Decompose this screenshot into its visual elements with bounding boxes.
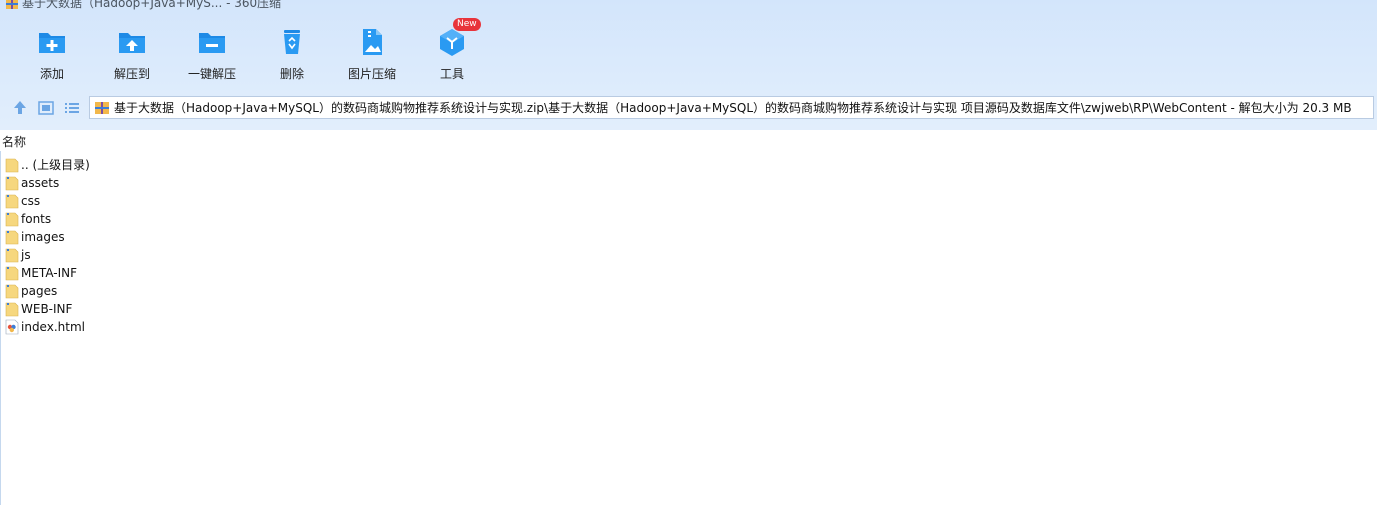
column-header-label: 名称 [2,135,27,149]
list-item-name: fonts [21,212,52,226]
folder-icon [5,230,19,245]
folder-icon [5,284,19,299]
list-item-name: pages [21,284,58,298]
extract-to-icon [119,33,145,53]
folder-icon [5,212,19,227]
list-left-border [0,151,1,505]
list-item-name: js [21,248,31,262]
address-bar[interactable]: 基于大数据（Hadoop+Java+MySQL）的数码商城购物推荐系统设计与实现… [89,96,1374,119]
add-folder-icon [39,33,65,53]
extract-to-label: 解压到 [113,67,150,81]
list-item-name: META-INF [21,266,78,280]
delete-button[interactable]: 删除 [252,24,332,84]
one-click-extract-label: 一键解压 [187,67,236,81]
add-button[interactable]: 添加 [12,24,92,84]
recycle-delete-icon [284,30,300,54]
folder-icon [5,266,19,281]
column-header-name[interactable]: 名称 [0,133,1377,151]
address-path: 基于大数据（Hadoop+Java+MySQL）的数码商城购物推荐系统设计与实现… [114,101,1352,115]
folder-icon [5,176,19,191]
image-compress-button[interactable]: 图片压缩 [332,24,412,84]
app-zip-icon [6,0,18,9]
list-view-icon[interactable] [62,98,82,118]
image-compress-label: 图片压缩 [347,67,396,81]
tools-label: 工具 [439,67,464,81]
folder-icon [5,194,19,209]
zip-archive-icon [95,102,109,114]
folder-icon [5,158,19,173]
one-click-extract-icon [199,33,225,53]
list-item-name: assets [21,176,60,190]
list-item-name: index.html [21,320,85,334]
folder-icon [5,248,19,263]
list-item-name: .. (上级目录) [21,158,90,172]
list-item-name: images [21,230,65,244]
up-arrow-icon[interactable] [10,98,30,118]
image-compress-icon [363,29,382,55]
top-area: 基于大数据（Hadoop+Java+MyS... - 360压缩 添加 解压到 [0,0,1377,130]
html-file-icon [5,319,19,335]
window-title-text: 基于大数据（Hadoop+Java+MyS... - 360压缩 [22,0,282,10]
window-title: 基于大数据（Hadoop+Java+MyS... - 360压缩 [6,0,281,12]
tools-button[interactable]: 工具 [412,24,492,84]
thumbnail-view-icon[interactable] [36,98,56,118]
folder-icon [5,302,19,317]
one-click-extract-button[interactable]: 一键解压 [172,24,252,84]
list-item-name: css [21,194,41,208]
new-badge: New [453,18,481,31]
extract-to-button[interactable]: 解压到 [92,24,172,84]
delete-label: 删除 [279,67,304,81]
list-item-name: WEB-INF [21,302,73,316]
navigation-bar: 基于大数据（Hadoop+Java+MySQL）的数码商城购物推荐系统设计与实现… [0,96,1377,120]
add-button-label: 添加 [39,67,64,81]
